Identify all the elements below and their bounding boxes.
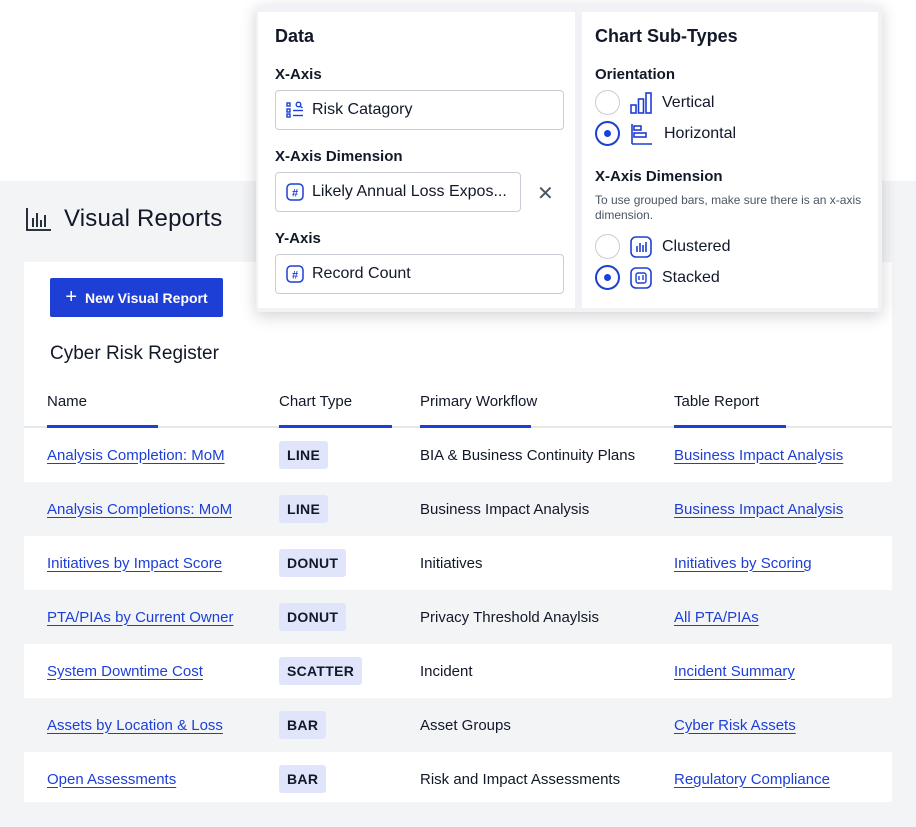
x-axis-label: X-Axis	[275, 66, 322, 83]
new-visual-report-label: New Visual Report	[85, 289, 208, 306]
primary-workflow: Risk and Impact Assessments	[420, 770, 621, 788]
reports-table: Name Chart Type Primary Workflow Table R…	[24, 384, 892, 806]
horizontal-bars-icon	[631, 123, 652, 145]
table-report-link[interactable]: Incident Summary	[674, 644, 795, 698]
chart-subtypes-section	[582, 12, 878, 308]
table-report-link[interactable]: Cyber Risk Assets	[674, 698, 796, 752]
vertical-bars-icon	[630, 91, 652, 114]
table-row: Analysis Completions: MoM LINE Business …	[24, 482, 892, 536]
column-header-primary-workflow[interactable]: Primary Workflow	[420, 393, 537, 410]
page-header: Visual Reports	[26, 205, 222, 233]
plus-icon: +	[65, 285, 77, 308]
new-visual-report-button[interactable]: + New Visual Report	[50, 278, 223, 317]
chart-type-badge: BAR	[279, 711, 327, 739]
section-title: Cyber Risk Register	[50, 343, 219, 364]
y-axis-value: Record Count	[312, 265, 411, 282]
orientation-horizontal-option[interactable]: Horizontal	[595, 121, 736, 146]
svg-text:#: #	[292, 188, 298, 200]
grouping-clustered-option[interactable]: Clustered	[595, 234, 730, 259]
report-name-link[interactable]: Assets by Location & Loss	[47, 698, 223, 752]
orientation-label: Orientation	[595, 66, 676, 83]
table-report-link[interactable]: Regulatory Compliance	[674, 752, 830, 806]
table-report-link[interactable]: Business Impact Analysis	[674, 428, 843, 482]
report-name-link[interactable]: Analysis Completions: MoM	[47, 482, 232, 536]
column-header-chart-type[interactable]: Chart Type	[279, 393, 352, 410]
chart-type-badge: DONUT	[279, 603, 347, 631]
table-report-link[interactable]: All PTA/PIAs	[674, 590, 759, 644]
primary-workflow: BIA & Business Continuity Plans	[420, 446, 636, 464]
stacked-bars-icon	[630, 266, 652, 289]
table-report-link[interactable]: Initiatives by Scoring	[674, 536, 812, 590]
x-axis-dimension-label: X-Axis Dimension	[275, 148, 403, 165]
chart-type-badge: LINE	[279, 495, 329, 523]
clustered-bars-icon	[630, 235, 652, 258]
primary-workflow: Privacy Threshold Anaylsis	[420, 608, 599, 626]
x-axis-dimension-select[interactable]: # Likely Annual Loss Expos...	[275, 172, 521, 212]
radio-button[interactable]	[595, 234, 620, 259]
table-row: System Downtime Cost SCATTER Incident In…	[24, 644, 892, 698]
category-list-icon	[286, 101, 303, 118]
x-axis-value: Risk Catagory	[312, 101, 413, 118]
radio-button-selected[interactable]	[595, 121, 620, 146]
number-field-icon: #	[286, 183, 304, 201]
chart-type-badge: BAR	[279, 765, 327, 793]
radio-button[interactable]	[595, 90, 620, 115]
table-row: Open Assessments BAR Risk and Impact Ass…	[24, 752, 892, 806]
table-report-link[interactable]: Business Impact Analysis	[674, 482, 843, 536]
y-axis-select[interactable]: # Record Count	[275, 254, 564, 294]
y-axis-label: Y-Axis	[275, 230, 321, 247]
report-name-link[interactable]: Analysis Completion: MoM	[47, 428, 225, 482]
chart-type-badge: DONUT	[279, 549, 347, 577]
report-name-link[interactable]: Initiatives by Impact Score	[47, 536, 222, 590]
chart-type-badge: LINE	[279, 441, 329, 469]
primary-workflow: Business Impact Analysis	[420, 500, 590, 518]
horizontal-label: Horizontal	[664, 124, 737, 142]
grouping-dimension-label: X-Axis Dimension	[595, 168, 723, 185]
number-field-icon: #	[286, 265, 304, 283]
report-name-link[interactable]: System Downtime Cost	[47, 644, 203, 698]
stacked-label: Stacked	[662, 268, 720, 286]
primary-workflow: Incident	[420, 662, 473, 680]
x-axis-select[interactable]: Risk Catagory	[275, 90, 564, 130]
clear-dimension-icon[interactable]: ✕	[537, 181, 554, 206]
radio-button-selected[interactable]	[595, 265, 620, 290]
page-title: Visual Reports	[64, 205, 223, 232]
primary-workflow: Asset Groups	[420, 716, 511, 734]
report-name-link[interactable]: PTA/PIAs by Current Owner	[47, 590, 233, 644]
data-heading: Data	[275, 26, 315, 46]
table-row: Analysis Completion: MoM LINE BIA & Busi…	[24, 428, 892, 482]
x-axis-dimension-value: Likely Annual Loss Expos...	[312, 183, 507, 200]
clustered-label: Clustered	[662, 237, 731, 255]
table-row: PTA/PIAs by Current Owner DONUT Privacy …	[24, 590, 892, 644]
vertical-label: Vertical	[662, 93, 715, 111]
primary-workflow: Initiatives	[420, 554, 483, 572]
grouping-hint: To use grouped bars, make sure there is …	[595, 193, 862, 222]
orientation-vertical-option[interactable]: Vertical	[595, 90, 714, 115]
chart-type-badge: SCATTER	[279, 657, 363, 685]
grouping-stacked-option[interactable]: Stacked	[595, 265, 720, 290]
table-row: Assets by Location & Loss BAR Asset Grou…	[24, 698, 892, 752]
column-header-name[interactable]: Name	[47, 393, 87, 410]
chart-subtypes-heading: Chart Sub-Types	[595, 26, 738, 46]
bar-chart-icon	[26, 208, 51, 231]
svg-text:#: #	[292, 270, 298, 282]
column-header-table-report[interactable]: Table Report	[674, 393, 759, 410]
table-row: Initiatives by Impact Score DONUT Initia…	[24, 536, 892, 590]
table-header: Name Chart Type Primary Workflow Table R…	[24, 384, 892, 428]
report-name-link[interactable]: Open Assessments	[47, 752, 176, 806]
